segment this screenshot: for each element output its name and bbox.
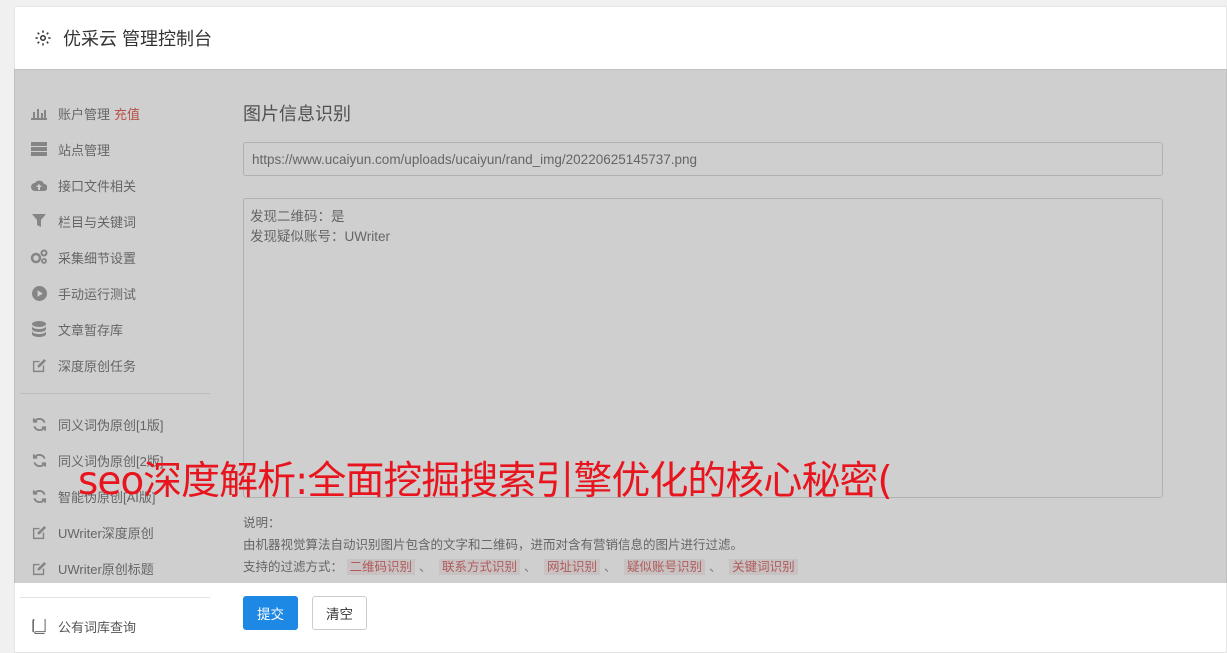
sidebar-item-sites[interactable]: 站点管理: [20, 131, 210, 167]
sidebar-bottom: 公有词库查询: [20, 597, 210, 644]
cloud-upload-icon: [30, 176, 48, 194]
page-title: 图片信息识别: [243, 104, 351, 124]
bar-chart-icon: [30, 104, 48, 122]
refresh-icon: [30, 451, 48, 469]
edit-icon: [30, 559, 48, 577]
sidebar-item-deep-original[interactable]: 深度原创任务: [20, 347, 210, 383]
edit-icon: [30, 356, 48, 374]
sidebar-item-label: 深度原创任务: [58, 358, 137, 374]
result-line: 发现二维码：是: [250, 209, 345, 224]
result-line: 发现疑似账号：UWriter: [250, 229, 390, 244]
watermark-headline: seo深度解析:全面挖掘搜索引擎优化的核心秘密(: [78, 459, 893, 504]
sidebar-item-label: 站点管理: [58, 142, 111, 158]
sidebar-item-article-storage[interactable]: 文章暂存库: [20, 311, 210, 347]
separator: 、: [419, 560, 432, 574]
action-buttons: 提交 清空: [243, 596, 367, 630]
sidebar-item-label: UWriter深度原创: [58, 525, 154, 541]
filter-icon: [30, 212, 48, 230]
sidebar-item-account[interactable]: 账户管理 充值: [20, 95, 210, 131]
desc-text: 由机器视觉算法自动识别图片包含的文字和二维码，进而对含有营销信息的图片进行过滤。: [243, 538, 744, 552]
sidebar-item-manual-test[interactable]: 手动运行测试: [20, 275, 210, 311]
description: 说明： 由机器视觉算法自动识别图片包含的文字和二维码，进而对含有营销信息的图片进…: [243, 512, 1163, 578]
server-icon: [30, 140, 48, 158]
sidebar-item-synonym-v1[interactable]: 同义词伪原创[1版]: [20, 406, 210, 442]
sidebar-item-uwriter-original[interactable]: UWriter深度原创: [20, 514, 210, 550]
edit-icon: [30, 523, 48, 541]
separator: 、: [709, 560, 722, 574]
refresh-icon: [30, 415, 48, 433]
sidebar-item-label: 栏目与关键词: [58, 214, 137, 230]
sidebar-item-api-files[interactable]: 接口文件相关: [20, 167, 210, 203]
sidebar-item-label: 账户管理: [58, 106, 111, 122]
refresh-icon: [30, 487, 48, 505]
app-title: 优采云 管理控制台: [63, 29, 213, 49]
filter-tag: 网址识别: [544, 559, 601, 575]
filter-tag: 疑似账号识别: [624, 559, 706, 575]
filter-tag: 联系方式识别: [439, 559, 521, 575]
sidebar: 账户管理 充值 站点管理 接口文件相关 栏目与关键词 采集细节设置 手动运行测试…: [20, 95, 210, 586]
sidebar-divider: [20, 597, 210, 598]
gear-icon[interactable]: [33, 28, 53, 48]
sidebar-item-label: 同义词伪原创[1版]: [58, 417, 164, 433]
sidebar-item-columns-keywords[interactable]: 栏目与关键词: [20, 203, 210, 239]
sidebar-item-label: 接口文件相关: [58, 178, 137, 194]
book-icon: [30, 617, 48, 635]
play-circle-icon: [30, 284, 48, 302]
filter-prefix: 支持的过滤方式：: [243, 560, 344, 574]
filter-tag: 二维码识别: [346, 559, 416, 575]
sidebar-item-label: 采集细节设置: [58, 250, 137, 266]
sidebar-item-collect-settings[interactable]: 采集细节设置: [20, 239, 210, 275]
separator: 、: [604, 560, 617, 574]
filter-tag: 关键词识别: [729, 559, 798, 575]
sidebar-item-uwriter-title[interactable]: UWriter原创标题: [20, 550, 210, 586]
database-icon: [30, 320, 48, 338]
desc-label: 说明：: [243, 516, 281, 530]
sidebar-divider: [20, 393, 210, 394]
sidebar-item-label: 文章暂存库: [58, 322, 124, 338]
sidebar-item-public-lexicon[interactable]: 公有词库查询: [20, 608, 210, 644]
sidebar-item-label: 手动运行测试: [58, 286, 137, 302]
clear-button[interactable]: 清空: [312, 596, 367, 630]
sidebar-item-label: 公有词库查询: [58, 619, 137, 635]
sidebar-item-label: UWriter原创标题: [58, 561, 154, 577]
submit-button[interactable]: 提交: [243, 596, 298, 630]
separator: 、: [524, 560, 537, 574]
main-content: 图片信息识别 发现二维码：是 发现疑似账号：UWriter 说明： 由机器视觉算…: [243, 100, 1163, 578]
image-url-input[interactable]: [243, 142, 1163, 176]
filter-line: 支持的过滤方式： 二维码识别、 联系方式识别、 网址识别、 疑似账号识别、 关键…: [243, 556, 1163, 578]
recharge-link[interactable]: 充值: [114, 104, 140, 123]
cogs-icon: [30, 248, 48, 266]
top-bar: 优采云 管理控制台: [15, 7, 1226, 70]
